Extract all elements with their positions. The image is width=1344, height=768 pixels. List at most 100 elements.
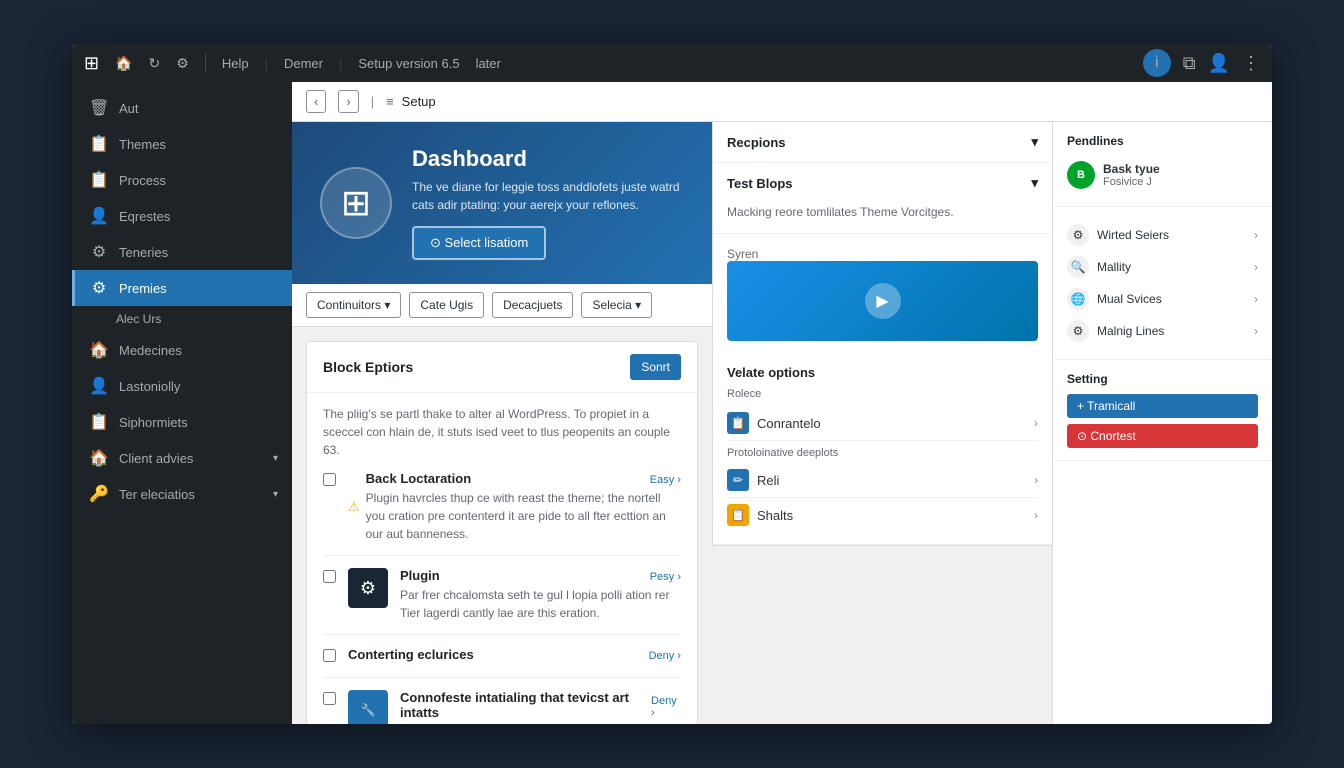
wirted-label: Wirted Seiers: [1097, 228, 1169, 242]
chevron-down-icon-2: ▾: [273, 489, 278, 500]
velate-icon-3: 📋: [727, 504, 749, 526]
chevron-right-icon-1: ›: [1034, 416, 1038, 430]
recpions-section: Recpions ▾: [713, 122, 1052, 163]
pendlines-user[interactable]: B Bask tyue Fosivice J: [1067, 156, 1258, 194]
velate-item-left-2: ✏ Reli: [727, 469, 779, 491]
sidebar-item-siphormiets[interactable]: 📋 Siphormiets: [72, 404, 292, 440]
sidebar-item-premies[interactable]: ⚙ Premies: [72, 270, 292, 306]
sidebar-item-aut[interactable]: 🗑 Aut: [72, 90, 292, 126]
wp-logo[interactable]: ⊞: [84, 53, 99, 74]
select-lisatiom-button[interactable]: ⊙ Select lisatiom: [412, 226, 546, 260]
sidebar-submenu-premies: Alec Urs: [72, 306, 292, 332]
malnig-lines-item[interactable]: ⚙ Malnig Lines ›: [1067, 315, 1258, 347]
hero-description: The ve diane for leggie toss anddlofets …: [412, 178, 684, 214]
top-bar-right: i ⧉ 👤 ⋮: [1143, 49, 1260, 77]
recpions-header[interactable]: Recpions ▾: [713, 122, 1052, 162]
block-options-header: Block Eptiors Sonrt: [307, 342, 697, 393]
plugin-item-back-loctaration: ⚠ Back Loctaration Easy › Plugin havrcle…: [323, 459, 681, 556]
malnig-left: ⚙ Malnig Lines: [1067, 320, 1164, 342]
sidebar-item-process[interactable]: 📋 Process: [72, 162, 292, 198]
plugin-checkbox-4[interactable]: [323, 692, 336, 705]
sidebar-item-client-advies[interactable]: 🏠 Client advies ▾: [72, 440, 292, 476]
continuitors-button[interactable]: Continuitors ▾: [306, 292, 401, 318]
sidebar-label-medecines: Medecines: [119, 343, 182, 358]
sonrt-button[interactable]: Sonrt: [630, 354, 681, 380]
setting-title: Setting: [1067, 372, 1258, 386]
velate-label-1: Conrantelo: [757, 416, 821, 431]
nav-setup-version[interactable]: Setup version 6.5: [358, 56, 459, 71]
plugin-checkbox-3[interactable]: [323, 649, 336, 662]
teneries-icon: ⚙: [89, 242, 109, 262]
plugin-checkbox-2[interactable]: [323, 570, 336, 583]
test-blops-collapse-icon: ▾: [1031, 175, 1038, 191]
pendlines-section: Pendlines B Bask tyue Fosivice J: [1053, 122, 1272, 207]
home-icon[interactable]: 🏠: [115, 55, 132, 72]
content-body: ⊞ Dashboard The ve diane for leggie toss…: [292, 122, 1272, 724]
plugin-desc-1: Plugin havrcles thup ce with reast the t…: [366, 489, 681, 543]
play-button[interactable]: ▶: [865, 283, 901, 319]
velate-item-shalts[interactable]: 📋 Shalts ›: [727, 498, 1038, 532]
more-icon[interactable]: ⋮: [1242, 53, 1260, 74]
nav-later[interactable]: later: [476, 56, 501, 71]
cnortest-button[interactable]: ⊙ Cnortest: [1067, 424, 1258, 448]
sidebar-item-teneries[interactable]: ⚙ Teneries: [72, 234, 292, 270]
plugin-action-1[interactable]: Easy ›: [650, 474, 681, 486]
velate-label-3: Shalts: [757, 508, 793, 523]
user-icon[interactable]: 👤: [1208, 53, 1230, 74]
mual-chevron: ›: [1254, 292, 1258, 306]
plugin-action-2[interactable]: Pesy ›: [650, 571, 681, 583]
nav-help[interactable]: Help: [222, 56, 249, 71]
decacjuets-button[interactable]: Decacjuets: [492, 292, 573, 318]
velate-item-reli[interactable]: ✏ Reli ›: [727, 463, 1038, 498]
mual-left: 🌐 Mual Svices: [1067, 288, 1162, 310]
selecia-button[interactable]: Selecia ▾: [581, 292, 652, 318]
copy-icon[interactable]: ⧉: [1183, 53, 1196, 74]
pendlines-items-section: ⚙ Wirted Seiers › 🔍 Mallity ›: [1053, 207, 1272, 360]
refresh-icon[interactable]: ↻: [149, 55, 161, 72]
settings-icon[interactable]: ⚙: [176, 55, 189, 72]
back-button[interactable]: ‹: [306, 90, 326, 113]
sidebar-item-ter-eleciatios[interactable]: 🔑 Ter eleciatios ▾: [72, 476, 292, 512]
plugin-name-3: Conterting eclurices: [348, 647, 474, 662]
sidebar-submenu-alec-urs[interactable]: Alec Urs: [116, 306, 292, 332]
info-icon-btn[interactable]: i: [1143, 49, 1171, 77]
sidebar-label-eqrestes: Eqrestes: [119, 209, 170, 224]
sidebar-label-aut: Aut: [119, 101, 139, 116]
mual-svices-item[interactable]: 🌐 Mual Svices ›: [1067, 283, 1258, 315]
velate-item-conrantelo[interactable]: 📋 Conrantelo ›: [727, 406, 1038, 441]
pendlines-title: Pendlines: [1067, 134, 1258, 148]
sidebar-item-themes[interactable]: 📋 Themes: [72, 126, 292, 162]
setting-buttons: + Tramicall ⊙ Cnortest: [1067, 394, 1258, 448]
velate-icon-1: 📋: [727, 412, 749, 434]
lastoniolly-icon: 👤: [89, 376, 109, 396]
sidebar-label-process: Process: [119, 173, 166, 188]
test-blops-body: Macking reore tomlilates Theme Vorcitges…: [713, 203, 1052, 233]
wp-logo-circle: ⊞: [320, 167, 392, 239]
sidebar-item-medecines[interactable]: 🏠 Medecines: [72, 332, 292, 368]
chevron-down-icon: ▾: [273, 453, 278, 464]
mallity-item[interactable]: 🔍 Mallity ›: [1067, 251, 1258, 283]
sidebar-item-eqrestes[interactable]: 👤 Eqrestes: [72, 198, 292, 234]
plugin-info-2: Plugin Pesy › Par frer chcalomsta seth t…: [400, 568, 681, 622]
test-blops-header[interactable]: Test Blops ▾: [713, 163, 1052, 203]
plugin-checkbox-1[interactable]: [323, 473, 336, 486]
hero-title: Dashboard: [412, 146, 684, 172]
plugin-action-3[interactable]: Deny ›: [649, 650, 681, 662]
velate-title: Velate options: [727, 365, 1038, 380]
forward-button[interactable]: ›: [338, 90, 358, 113]
plugin-action-4[interactable]: Deny ›: [651, 695, 681, 719]
tramicall-button[interactable]: + Tramicall: [1067, 394, 1258, 418]
wirted-seiers-item[interactable]: ⚙ Wirted Seiers ›: [1067, 219, 1258, 251]
user-avatar: B: [1067, 161, 1095, 189]
page-title: Setup: [402, 94, 436, 109]
user-info: B Bask tyue Fosivice J: [1067, 161, 1160, 189]
velate-section: Velate options Rolece 📋 Conrantelo › Pro…: [713, 353, 1052, 545]
sidebar-label-lastoniolly: Lastoniolly: [119, 379, 180, 394]
sidebar-item-lastoniolly[interactable]: 👤 Lastoniolly: [72, 368, 292, 404]
client-advies-icon: 🏠: [89, 448, 109, 468]
wirted-icon: ⚙: [1067, 224, 1089, 246]
sidebar-label-teneries: Teneries: [119, 245, 168, 260]
video-preview[interactable]: ▶: [727, 261, 1038, 341]
cate-ugis-button[interactable]: Cate Ugis: [409, 292, 484, 318]
nav-demer[interactable]: Demer: [284, 56, 323, 71]
